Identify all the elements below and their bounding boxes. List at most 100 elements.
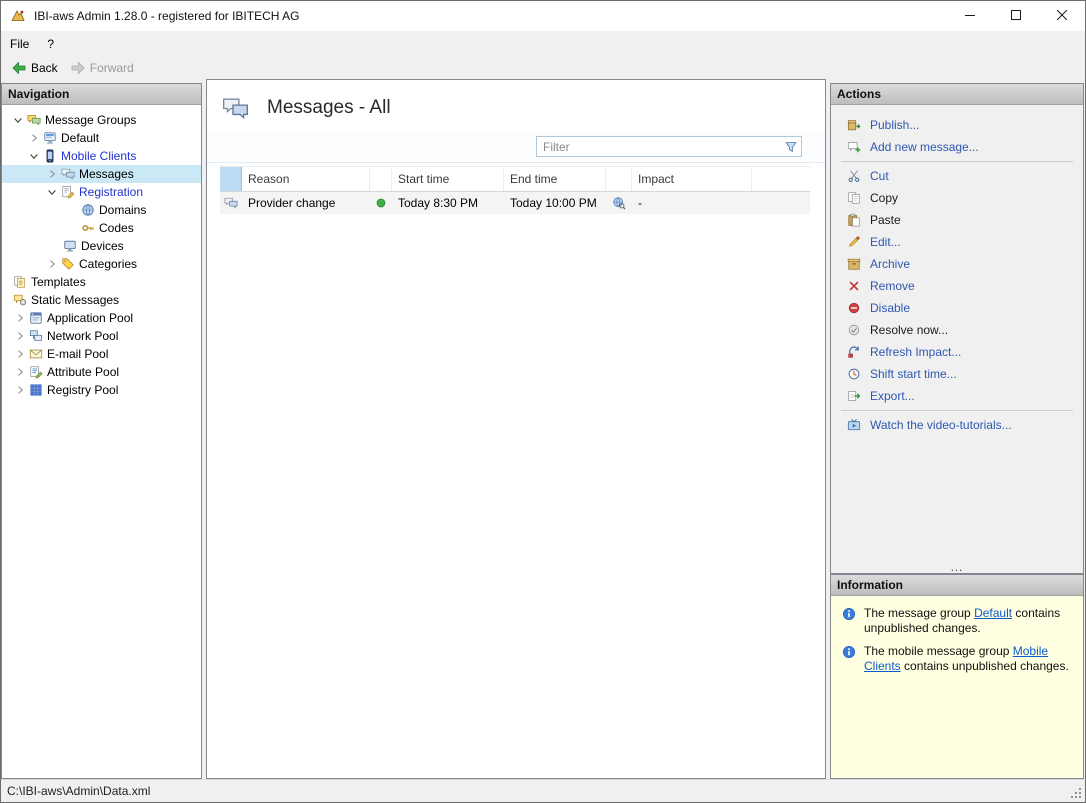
cell-row_icon — [220, 192, 242, 214]
action-resolve-now[interactable]: Resolve now... — [831, 319, 1083, 341]
resize-grip[interactable] — [1069, 786, 1083, 800]
tree-item-devices[interactable]: Devices — [2, 237, 201, 255]
column-header-impact_icon[interactable] — [606, 167, 632, 191]
active-dot — [373, 195, 389, 211]
tree-item-codes[interactable]: Codes — [2, 219, 201, 237]
main-panel: Messages - All Reason Start time End time I… — [206, 79, 826, 779]
edit-icon — [846, 234, 862, 250]
menu-item-file[interactable]: File — [1, 31, 38, 56]
action-watch-the-video-tutorials[interactable]: Watch the video-tutorials... — [831, 414, 1083, 436]
tree-item-message-groups[interactable]: Message Groups — [2, 111, 201, 129]
action-refresh-impact[interactable]: Refresh Impact... — [831, 341, 1083, 363]
column-header-impact[interactable]: Impact — [632, 167, 752, 191]
filter-icon[interactable] — [781, 139, 801, 155]
column-header-end[interactable]: End time — [504, 167, 606, 191]
tree-item-attribute-pool[interactable]: Attribute Pool — [2, 363, 201, 381]
action-label: Add new message... — [870, 140, 979, 154]
tree-item-default[interactable]: Default — [2, 129, 201, 147]
chevron-down-icon[interactable] — [44, 184, 60, 200]
action-add-new-message[interactable]: Add new message... — [831, 136, 1083, 158]
tree-item-e-mail-pool[interactable]: E-mail Pool — [2, 345, 201, 363]
chevron-right-icon[interactable] — [12, 346, 28, 362]
tree-item-label: Network Pool — [47, 329, 119, 343]
default-group-icon — [42, 130, 58, 146]
tree-item-label: Devices — [81, 239, 124, 253]
chevron-right-icon[interactable] — [12, 364, 28, 380]
registry-pool-icon — [28, 382, 44, 398]
back-button[interactable]: Back — [5, 57, 64, 78]
tree-item-label: Registry Pool — [47, 383, 119, 397]
mobile-clients-icon — [42, 148, 58, 164]
action-copy[interactable]: Copy — [831, 187, 1083, 209]
page-title: Messages - All — [267, 97, 391, 118]
link-default[interactable]: Default — [974, 606, 1012, 620]
cell-text: Today 10:00 PM — [510, 196, 597, 210]
codes-icon — [80, 220, 96, 236]
actions-overflow-indicator[interactable]: … — [831, 560, 1083, 573]
tree-item-categories[interactable]: Categories — [2, 255, 201, 273]
action-remove[interactable]: Remove — [831, 275, 1083, 297]
tree-item-application-pool[interactable]: Application Pool — [2, 309, 201, 327]
column-header-row_icon[interactable] — [220, 167, 242, 191]
action-disable[interactable]: Disable — [831, 297, 1083, 319]
action-paste[interactable]: Paste — [831, 209, 1083, 231]
action-archive[interactable]: Archive — [831, 253, 1083, 275]
statusbar-path: C:\IBI-aws\Admin\Data.xml — [7, 784, 151, 798]
column-header-status[interactable] — [370, 167, 392, 191]
remove-icon — [846, 278, 862, 294]
chevron-right-icon[interactable] — [44, 256, 60, 272]
action-export[interactable]: Export... — [831, 385, 1083, 407]
message-groups-icon — [26, 112, 42, 128]
tree-item-registration[interactable]: Registration — [2, 183, 201, 201]
tree-item-mobile-clients[interactable]: Mobile Clients — [2, 147, 201, 165]
app-icon — [9, 7, 27, 25]
forward-label: Forward — [89, 60, 134, 75]
maximize-button[interactable] — [993, 1, 1039, 31]
action-label: Disable — [870, 301, 911, 315]
info-text-segment: The mobile message group — [864, 644, 1013, 658]
filter-box — [536, 136, 802, 157]
table-body: Provider change Today 8:30 PM Today 10:00 … — [220, 192, 810, 214]
close-button[interactable] — [1039, 1, 1085, 31]
forward-button[interactable]: Forward — [64, 57, 140, 78]
tree-item-messages[interactable]: Messages — [2, 165, 201, 183]
tree-item-domains[interactable]: Domains — [2, 201, 201, 219]
column-header-start[interactable]: Start time — [392, 167, 504, 191]
tree-item-registry-pool[interactable]: Registry Pool — [2, 381, 201, 399]
information-header: Information — [831, 575, 1083, 596]
separator — [841, 410, 1073, 411]
menubar: File? — [1, 31, 1085, 56]
info-text-segment: The message group — [864, 606, 975, 620]
navigation-tree: Message Groups Default Mobile Clients Messa… — [2, 105, 201, 399]
column-header-reason[interactable]: Reason — [242, 167, 370, 191]
tree-item-static-messages[interactable]: Static Messages — [2, 291, 201, 309]
chevron-right-icon[interactable] — [12, 382, 28, 398]
chevron-right-icon[interactable] — [12, 310, 28, 326]
chevron-right-icon[interactable] — [12, 328, 28, 344]
action-label: Copy — [870, 191, 899, 205]
chevron-right-icon[interactable] — [26, 130, 42, 146]
tree-item-label: E-mail Pool — [47, 347, 109, 361]
chevron-right-icon[interactable] — [44, 166, 60, 182]
action-label: Shift start time... — [870, 367, 957, 381]
cell-reason: Provider change — [242, 192, 370, 214]
action-shift-start-time[interactable]: Shift start time... — [831, 363, 1083, 385]
filter-input[interactable] — [537, 139, 781, 154]
cell-status — [370, 192, 392, 214]
impact-globe-icon — [611, 195, 627, 211]
tree-item-templates[interactable]: Templates — [2, 273, 201, 291]
chevron-down-icon[interactable] — [26, 148, 42, 164]
tree-item-label: Domains — [99, 203, 147, 217]
table-row[interactable]: Provider change Today 8:30 PM Today 10:00 … — [220, 192, 810, 214]
tree-item-network-pool[interactable]: Network Pool — [2, 327, 201, 345]
action-publish[interactable]: Publish... — [831, 114, 1083, 136]
tree-item-label: Message Groups — [45, 113, 137, 127]
chevron-down-icon[interactable] — [10, 112, 26, 128]
menu-item-help[interactable]: ? — [38, 31, 63, 56]
forward-icon — [70, 60, 86, 76]
action-edit[interactable]: Edit... — [831, 231, 1083, 253]
publish-icon — [846, 117, 862, 133]
minimize-button[interactable] — [947, 1, 993, 31]
action-cut[interactable]: Cut — [831, 165, 1083, 187]
info-icon — [841, 644, 857, 660]
